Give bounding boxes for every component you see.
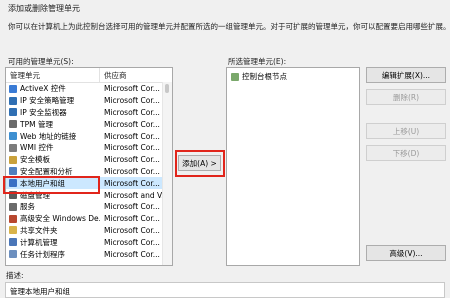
snapin-name: TPM 管理 <box>20 119 53 129</box>
snapin-name-cell: 安全模板 <box>6 154 100 165</box>
snapin-name: 计算机管理 <box>20 237 58 247</box>
move-up-button[interactable]: 上移(U) <box>366 123 446 139</box>
snapin-name: 任务计划程序 <box>20 249 65 259</box>
list-item[interactable]: IP 安全监视器 Microsoft Cor... <box>6 107 172 119</box>
console-root-label: 控制台根节点 <box>242 72 287 81</box>
list-item[interactable]: 高级安全 Windows De... Microsoft Cor... <box>6 213 172 225</box>
snapin-name: Web 地址的链接 <box>20 131 77 141</box>
snapin-name: ActiveX 控件 <box>20 84 66 94</box>
selected-label: 所选管理单元(E): <box>228 57 287 66</box>
snapin-name-cell: 任务计划程序 <box>6 249 100 260</box>
list-item[interactable]: ActiveX 控件 Microsoft Cor... <box>6 83 172 95</box>
list-item[interactable]: 控制台根节点 <box>227 68 359 85</box>
dialog-title: 添加或删除管理单元 <box>8 4 80 13</box>
snapin-name: 共享文件夹 <box>20 225 58 235</box>
security-analysis-icon <box>9 167 17 176</box>
snapin-name: 安全模板 <box>20 155 50 165</box>
snapin-name-cell: IP 安全策略管理 <box>6 95 100 106</box>
column-header-snapin[interactable]: 管理单元 <box>6 68 100 82</box>
list-item[interactable]: 服务 Microsoft Cor... <box>6 201 172 213</box>
snapin-name-cell: TPM 管理 <box>6 119 100 130</box>
edit-extensions-button[interactable]: 编辑扩展(X)... <box>366 67 446 83</box>
snapin-name: 高级安全 Windows De... <box>20 214 100 224</box>
snapin-name-cell: 服务 <box>6 201 100 212</box>
wmi-icon <box>9 143 17 152</box>
column-header-vendor[interactable]: 供应商 <box>100 70 127 81</box>
highlight-box <box>3 176 100 194</box>
list-item[interactable]: 安全模板 Microsoft Cor... <box>6 154 172 166</box>
description-text: 管理本地用户和组 <box>10 287 70 296</box>
computer-management-icon <box>9 238 17 247</box>
list-header: 管理单元 供应商 <box>6 68 172 83</box>
shared-folder-icon <box>9 226 17 235</box>
snapin-name: IP 安全策略管理 <box>20 96 75 106</box>
snapin-name: 服务 <box>20 202 35 212</box>
snapin-name: IP 安全监视器 <box>20 107 67 117</box>
available-label: 可用的管理单元(S): <box>8 57 74 66</box>
advanced-button[interactable]: 高级(V)... <box>366 245 446 261</box>
selected-snapins-list[interactable]: 控制台根节点 <box>226 67 360 266</box>
description-box: 管理本地用户和组 <box>5 282 445 298</box>
ip-policy-icon <box>9 96 17 105</box>
web-link-icon <box>9 132 17 141</box>
security-template-icon <box>9 155 17 164</box>
snapin-name-cell: WMI 控件 <box>6 142 100 153</box>
vertical-scrollbar[interactable] <box>162 82 172 265</box>
list-item[interactable]: IP 安全策略管理 Microsoft Cor... <box>6 95 172 107</box>
available-snapins-list[interactable]: 管理单元 供应商 ActiveX 控件 Microsoft Cor... IP 安全… <box>5 67 173 266</box>
list-item[interactable]: 计算机管理 Microsoft Cor... <box>6 236 172 248</box>
snapin-name-cell: IP 安全监视器 <box>6 107 100 118</box>
description-label: 描述: <box>6 271 24 280</box>
snapin-name-cell: 共享文件夹 <box>6 225 100 236</box>
snapin-name-cell: 高级安全 Windows De... <box>6 213 100 224</box>
highlight-box <box>175 150 225 177</box>
ip-monitor-icon <box>9 108 17 117</box>
list-item[interactable]: 共享文件夹 Microsoft Cor... <box>6 225 172 237</box>
snapin-name-cell: Web 地址的链接 <box>6 131 100 142</box>
list-item[interactable]: 任务计划程序 Microsoft Cor... <box>6 248 172 260</box>
snapin-name-cell: 计算机管理 <box>6 237 100 248</box>
scrollbar-thumb[interactable] <box>165 84 169 93</box>
tpm-icon <box>9 120 17 129</box>
instruction-text: 你可以在计算机上为此控制台选择可用的管理单元并配置所选的一组管理单元。对于可扩展… <box>8 22 448 31</box>
snapin-name: WMI 控件 <box>20 143 54 153</box>
list-item[interactable]: Web 地址的链接 Microsoft Cor... <box>6 130 172 142</box>
list-item[interactable]: WMI 控件 Microsoft Cor... <box>6 142 172 154</box>
services-icon <box>9 202 17 211</box>
firewall-icon <box>9 214 17 223</box>
list-item[interactable]: TPM 管理 Microsoft Cor... <box>6 118 172 130</box>
task-scheduler-icon <box>9 250 17 259</box>
console-root-icon <box>231 72 239 81</box>
activex-icon <box>9 84 17 93</box>
remove-button[interactable]: 删除(R) <box>366 89 446 105</box>
move-down-button[interactable]: 下移(D) <box>366 145 446 161</box>
snapin-name-cell: ActiveX 控件 <box>6 83 100 94</box>
